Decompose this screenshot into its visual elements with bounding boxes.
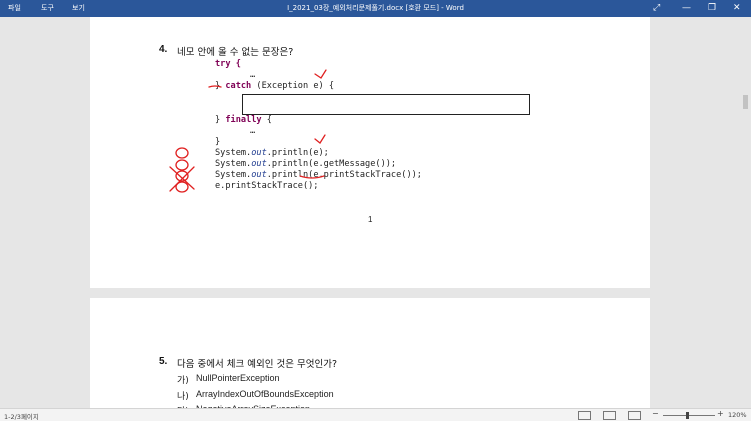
print-layout-icon[interactable] xyxy=(603,411,616,420)
restore-icon[interactable]: ⤢ xyxy=(653,2,660,14)
document-page-1: 4. 네모 안에 올 수 없는 문장은? try { … } catch (Ex… xyxy=(90,17,650,288)
ink-annotations xyxy=(169,69,327,193)
zoom-slider-track[interactable] xyxy=(663,415,715,416)
read-mode-icon[interactable] xyxy=(578,411,591,420)
zoom-level[interactable]: 120% xyxy=(728,411,747,419)
minimize-icon[interactable]: — xyxy=(682,2,691,14)
close-icon[interactable]: ✕ xyxy=(733,2,741,14)
ink-underline-print xyxy=(299,175,325,179)
status-bar: 1-2/3페이지 − + 120% xyxy=(0,408,751,421)
question-number: 5. xyxy=(159,356,168,367)
zoom-in-icon[interactable]: + xyxy=(717,409,724,418)
question-text: 다음 중에서 체크 예외인 것은 무엇인가? xyxy=(177,359,337,370)
ink-underline-catch xyxy=(208,85,222,88)
maximize-icon[interactable]: ❐ xyxy=(708,2,716,14)
vertical-scrollbar[interactable] xyxy=(740,17,751,408)
page-number: 1 xyxy=(368,215,373,224)
option-text: NullPointerException xyxy=(196,373,280,383)
web-layout-icon[interactable] xyxy=(628,411,641,420)
ink-check-mark-2 xyxy=(314,134,326,144)
ink-circle-ga xyxy=(175,147,189,159)
option-label: 가) xyxy=(177,376,189,386)
ink-check-mark-1 xyxy=(314,69,327,79)
scrollbar-thumb[interactable] xyxy=(743,95,748,109)
option-label: 나) xyxy=(177,392,189,402)
title-bar: 파일 도구 보기 I_2021_03장_예외처리문제풀기.docx [호환 모드… xyxy=(0,0,751,17)
zoom-out-icon[interactable]: − xyxy=(652,409,659,418)
document-title: I_2021_03장_예외처리문제풀기.docx [호환 모드] - Word xyxy=(287,4,464,12)
option-text: ArrayIndexOutOfBoundsException xyxy=(196,389,334,399)
ink-circle-na xyxy=(175,159,189,171)
document-page-2: 5. 다음 중에서 체크 예외인 것은 무엇인가? 가) NullPointer… xyxy=(90,298,650,417)
zoom-slider-thumb[interactable] xyxy=(686,412,689,419)
